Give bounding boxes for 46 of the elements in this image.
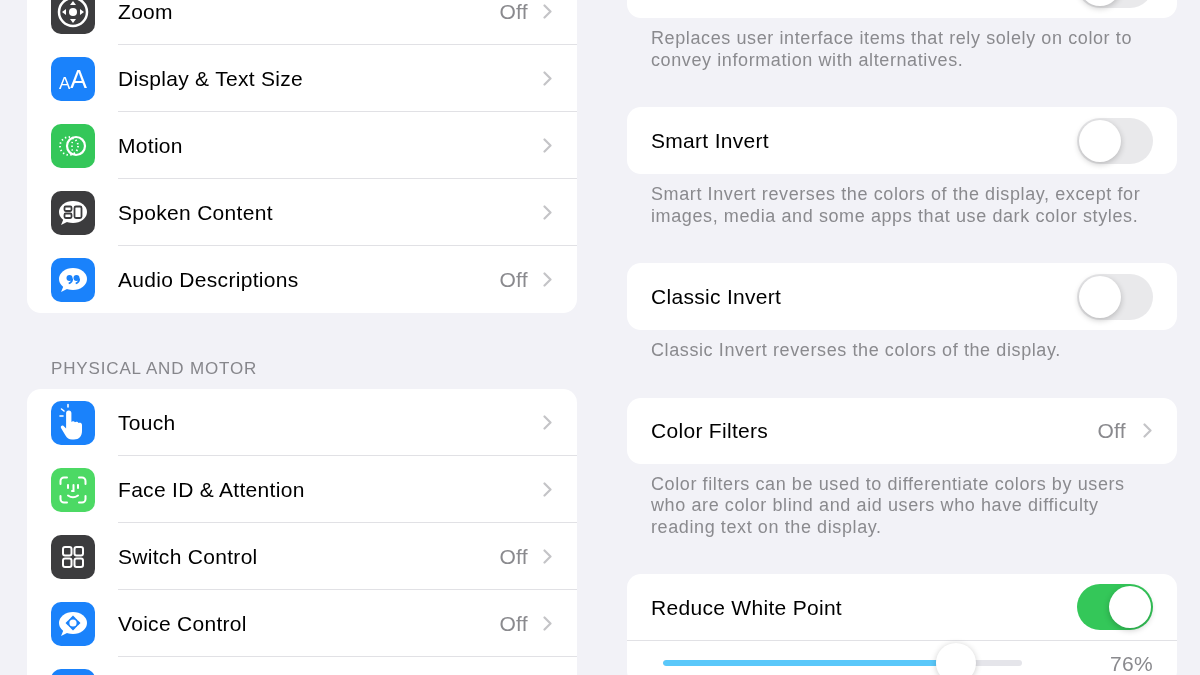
row-label: Spoken Content xyxy=(118,199,273,225)
row-label: Voice Control xyxy=(118,610,247,636)
value-text: Off xyxy=(1097,418,1126,443)
hand-icon xyxy=(51,400,95,445)
row-label: Color Filters xyxy=(651,418,769,443)
chevron-right-icon xyxy=(543,272,552,287)
quote-bubble-icon xyxy=(51,257,95,302)
slider-value: 76% xyxy=(1110,650,1153,675)
row-label: Classic Invert xyxy=(651,284,782,309)
chevron-right-icon xyxy=(1143,423,1152,438)
chevron-right-icon xyxy=(543,137,552,153)
speech-bubble-icon xyxy=(51,190,95,235)
footnote-text: Color filters can be used to differentiate colors by users who are color blind and aid users who have difficulty reading text on the display. xyxy=(650,472,1126,539)
toggle-switch[interactable] xyxy=(1077,584,1153,630)
speech-bubble-icon xyxy=(51,601,95,646)
value-text: Off xyxy=(499,610,528,636)
row-label: Motion xyxy=(118,132,183,158)
row-label: Touch xyxy=(118,409,176,435)
slider-thumb[interactable] xyxy=(935,643,976,675)
grid-icon xyxy=(51,534,95,579)
chevron-right-icon xyxy=(543,615,552,631)
row-label: Display & Text Size xyxy=(118,65,304,91)
text-size-icon: AA xyxy=(51,56,95,101)
section-header: PHYSICAL AND MOTOR xyxy=(50,359,259,379)
row-label: Face ID & Attention xyxy=(118,476,305,502)
chevron-right-icon xyxy=(543,3,552,19)
circles-icon xyxy=(51,123,95,168)
value-text: Off xyxy=(499,543,528,569)
row-label: Reduce White Point xyxy=(651,594,842,620)
chevron-right-icon xyxy=(543,70,552,86)
footnote-text: Replaces user interface items that rely solely on color to convey information with alternatives. xyxy=(650,27,1133,72)
footnote-text: Classic Invert reverses the colors of the display. xyxy=(650,339,1062,362)
chevron-right-icon xyxy=(543,481,552,497)
chevron-right-icon xyxy=(543,414,552,430)
chevron-right-icon xyxy=(543,548,552,564)
toggle-switch[interactable] xyxy=(1077,273,1153,320)
row-label: Audio Descriptions xyxy=(118,267,299,292)
footnote-text: Smart Invert reverses the colors of the display, except for images, media and some apps that use dark color styles. xyxy=(650,183,1142,228)
toggle-switch[interactable] xyxy=(1077,117,1153,164)
value-text: Off xyxy=(499,0,528,24)
row-label: Smart Invert xyxy=(651,128,769,153)
chevron-right-icon xyxy=(543,204,552,220)
face-scan-icon xyxy=(51,467,95,512)
value-text: Off xyxy=(499,267,528,292)
row-label: Switch Control xyxy=(118,543,258,569)
row-label: Zoom xyxy=(118,0,173,24)
